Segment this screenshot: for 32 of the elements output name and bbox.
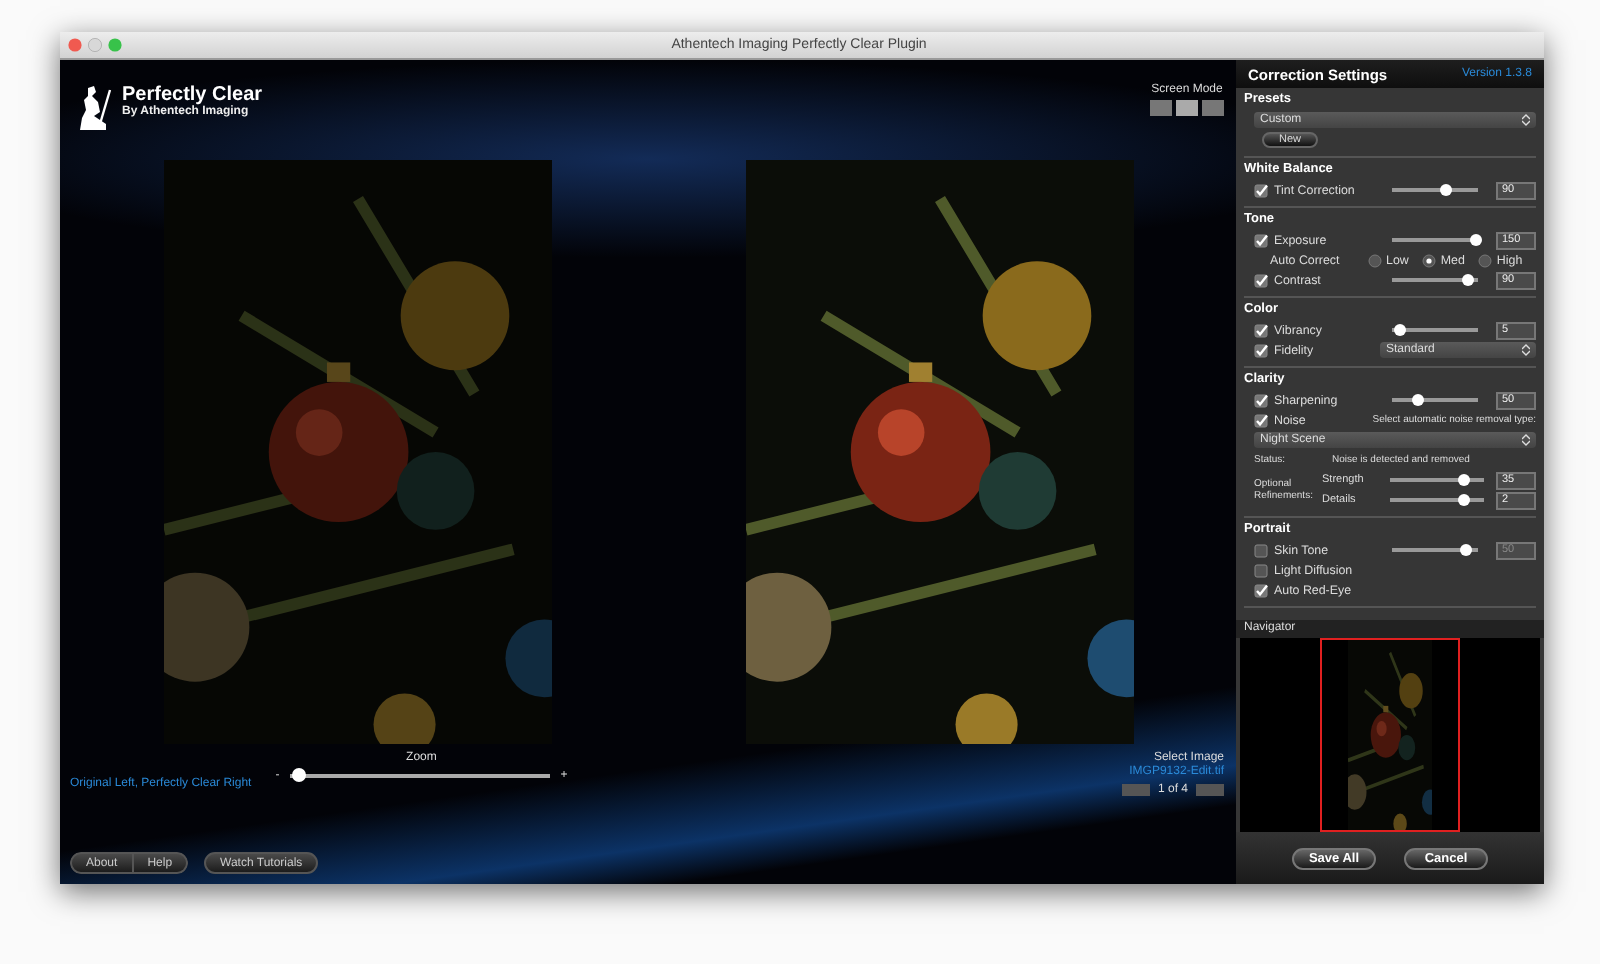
checkbox[interactable]	[1254, 413, 1268, 427]
brand-name: Perfectly Clear	[122, 84, 263, 106]
checkbox[interactable]	[1254, 343, 1268, 357]
slider-thumb[interactable]	[1439, 183, 1452, 195]
up-down-chevron-icon	[1522, 344, 1530, 356]
minimize-icon[interactable]	[88, 38, 102, 52]
up-down-chevron-icon	[1522, 434, 1530, 446]
previous-button[interactable]	[1121, 784, 1150, 796]
slider-thumb[interactable]	[1461, 273, 1474, 285]
checkbox[interactable]	[1254, 233, 1268, 247]
slider-thumb[interactable]	[1470, 233, 1483, 245]
checkbox[interactable]	[1254, 323, 1268, 337]
checkbox[interactable]	[1254, 563, 1268, 577]
slider-thumb[interactable]	[291, 768, 306, 782]
slider-thumb[interactable]	[1394, 323, 1407, 335]
navigator-viewport-frame[interactable]	[1320, 638, 1460, 832]
slider-thumb[interactable]	[1457, 493, 1470, 505]
checkbox[interactable]	[1254, 543, 1268, 557]
zoom-icon[interactable]	[108, 38, 122, 52]
figure-logo-icon	[76, 84, 116, 132]
slider-thumb[interactable]	[1457, 473, 1470, 485]
checkbox[interactable]	[1254, 183, 1268, 197]
radio-button[interactable]	[1422, 253, 1437, 267]
radio-button[interactable]	[1478, 253, 1493, 267]
up-down-chevron-icon	[1522, 114, 1530, 126]
radio-button[interactable]	[1368, 253, 1382, 267]
slider-thumb[interactable]	[1459, 543, 1472, 555]
checkbox[interactable]	[1254, 273, 1268, 287]
checkbox[interactable]	[1254, 583, 1268, 597]
close-icon[interactable]	[68, 38, 82, 52]
checkbox[interactable]	[1254, 393, 1268, 407]
slider-thumb[interactable]	[1411, 393, 1424, 405]
